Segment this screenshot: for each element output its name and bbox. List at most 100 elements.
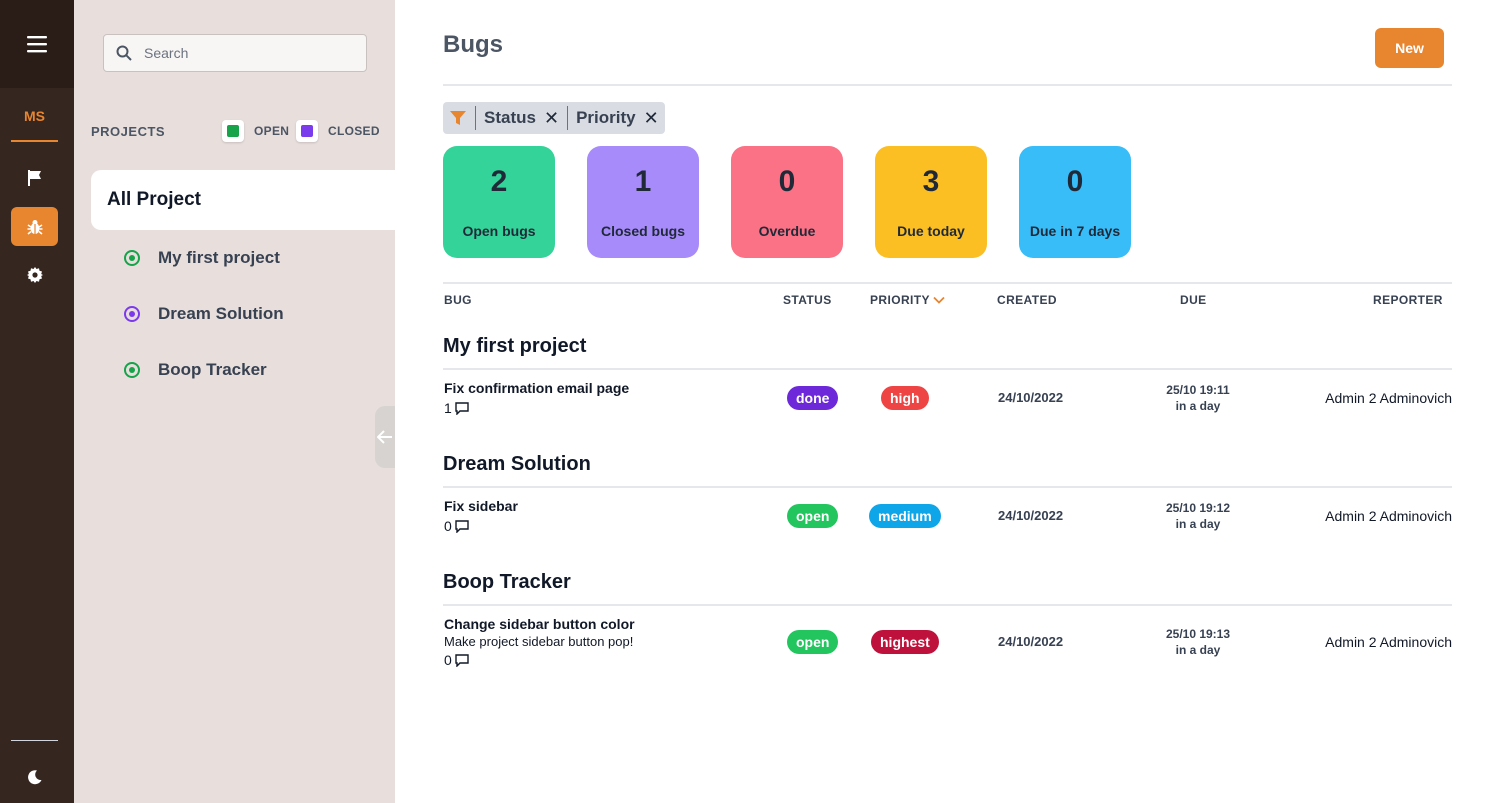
legend-closed: CLOSED (296, 120, 380, 142)
reporter-name: Admin 2 Adminovich (1325, 390, 1452, 406)
filter-chip-priority: Priority ✕ (576, 108, 659, 129)
comment-count[interactable]: 0 (444, 518, 469, 534)
flag-icon (27, 169, 41, 186)
sidebar-item-boop-tracker[interactable]: Boop Tracker (124, 360, 267, 380)
stat-value: 0 (778, 165, 796, 198)
stat-value: 1 (634, 165, 652, 198)
bug-icon (26, 219, 43, 235)
user-initials[interactable]: MS (11, 92, 58, 142)
due-date-relative: in a day (1175, 517, 1221, 531)
dark-mode-toggle[interactable] (11, 758, 58, 796)
stat-label: Due in 7 days (1029, 223, 1121, 239)
legend-closed-label: CLOSED (328, 124, 380, 138)
rail-divider (11, 740, 58, 741)
filter-chip-status: Status ✕ (484, 108, 559, 129)
created-date: 24/10/2022 (998, 390, 1064, 405)
comment-count-value: 1 (444, 400, 452, 416)
column-header-created[interactable]: CREATED (997, 293, 1057, 307)
filter-icon[interactable] (449, 110, 467, 126)
sidebar-item-my-first-project[interactable]: My first project (124, 248, 280, 268)
stat-label: Overdue (758, 223, 816, 239)
bug-title[interactable]: Fix confirmation email page (444, 380, 629, 396)
column-header-due[interactable]: DUE (1180, 293, 1207, 307)
status-badge: done (787, 386, 839, 410)
stat-due-in-7-days[interactable]: 0 Due in 7 days (1019, 146, 1131, 258)
stat-label: Closed bugs (600, 223, 685, 239)
due-date: 25/10 19:11 in a day (1153, 382, 1243, 414)
due-date-relative: in a day (1175, 399, 1221, 413)
column-header-reporter[interactable]: REPORTER (1373, 293, 1443, 307)
comment-count-value: 0 (444, 652, 452, 668)
menu-button[interactable] (0, 0, 74, 88)
stat-label: Due today (897, 223, 965, 239)
due-date-value: 25/10 19:11 (1166, 383, 1230, 397)
page-title: Bugs (443, 31, 503, 58)
arrow-left-icon (377, 430, 392, 444)
priority-badge: high (881, 386, 929, 410)
close-icon[interactable]: ✕ (644, 108, 659, 129)
stat-value: 2 (490, 165, 508, 198)
stat-overdue[interactable]: 0 Overdue (731, 146, 843, 258)
filter-separator (567, 106, 569, 130)
bug-title[interactable]: Change sidebar button color (444, 616, 635, 632)
stat-closed-bugs[interactable]: 1 Closed bugs (587, 146, 699, 258)
comment-count[interactable]: 1 (444, 400, 469, 416)
comment-count[interactable]: 0 (444, 652, 469, 668)
nav-settings-button[interactable] (11, 255, 58, 294)
group-title: My first project (443, 335, 587, 357)
due-date-value: 25/10 19:12 (1165, 501, 1231, 515)
legend-open-label: OPEN (254, 124, 290, 138)
bug-title[interactable]: Fix sidebar (444, 498, 518, 514)
status-badge: open (787, 630, 839, 654)
nav-projects-button[interactable] (11, 158, 58, 197)
stat-value: 3 (922, 165, 940, 198)
stat-value: 0 (1066, 165, 1084, 198)
stat-label: Open bugs (462, 223, 536, 239)
created-date: 24/10/2022 (998, 634, 1064, 649)
due-date: 25/10 19:12 in a day (1153, 500, 1243, 532)
search-box[interactable] (103, 34, 367, 72)
group-divider (443, 604, 1452, 606)
project-status-dot-icon (124, 362, 140, 378)
projects-label: PROJECTS (91, 124, 166, 139)
comment-count-value: 0 (444, 518, 452, 534)
legend-closed-swatch (296, 120, 318, 142)
sidebar-item-dream-solution[interactable]: Dream Solution (124, 304, 284, 324)
priority-badge: medium (869, 504, 941, 528)
group-title: Dream Solution (443, 453, 591, 475)
moon-icon (27, 770, 41, 785)
close-icon[interactable]: ✕ (544, 108, 559, 129)
search-input[interactable] (144, 45, 344, 61)
comment-icon (455, 401, 469, 415)
projects-sidebar: PROJECTS OPEN CLOSED All Project My firs… (74, 0, 395, 803)
filter-separator (475, 106, 476, 130)
group-title: Boop Tracker (443, 571, 571, 593)
filter-chip-label: Status (484, 108, 536, 127)
legend-open-swatch (222, 120, 244, 142)
stat-due-today[interactable]: 3 Due today (875, 146, 987, 258)
column-header-bug[interactable]: BUG (444, 293, 472, 307)
stat-open-bugs[interactable]: 2 Open bugs (443, 146, 555, 258)
project-status-dot-icon (124, 306, 140, 322)
column-header-priority-label: PRIORITY (870, 293, 930, 307)
reporter-name: Admin 2 Adminovich (1325, 634, 1452, 650)
group-divider (443, 368, 1452, 370)
nav-bugs-button[interactable] (11, 207, 58, 246)
menu-icon (27, 36, 47, 53)
group-divider (443, 486, 1452, 488)
chevron-down-icon (933, 296, 945, 304)
new-bug-button[interactable]: New (1375, 28, 1444, 68)
comment-icon (455, 519, 469, 533)
gear-icon (26, 266, 43, 283)
legend-open: OPEN (222, 120, 289, 142)
column-header-status[interactable]: STATUS (783, 293, 832, 307)
collapse-sidebar-button[interactable] (375, 406, 395, 468)
header-divider (443, 84, 1452, 86)
bug-description: Make project sidebar button pop! (444, 634, 634, 649)
sidebar-item-all-project[interactable]: All Project (91, 170, 395, 230)
app-rail: MS (0, 0, 74, 803)
due-date-value: 25/10 19:13 (1165, 627, 1231, 641)
column-header-priority[interactable]: PRIORITY (870, 293, 945, 307)
reporter-name: Admin 2 Adminovich (1325, 508, 1452, 524)
sidebar-item-label: My first project (158, 248, 280, 267)
